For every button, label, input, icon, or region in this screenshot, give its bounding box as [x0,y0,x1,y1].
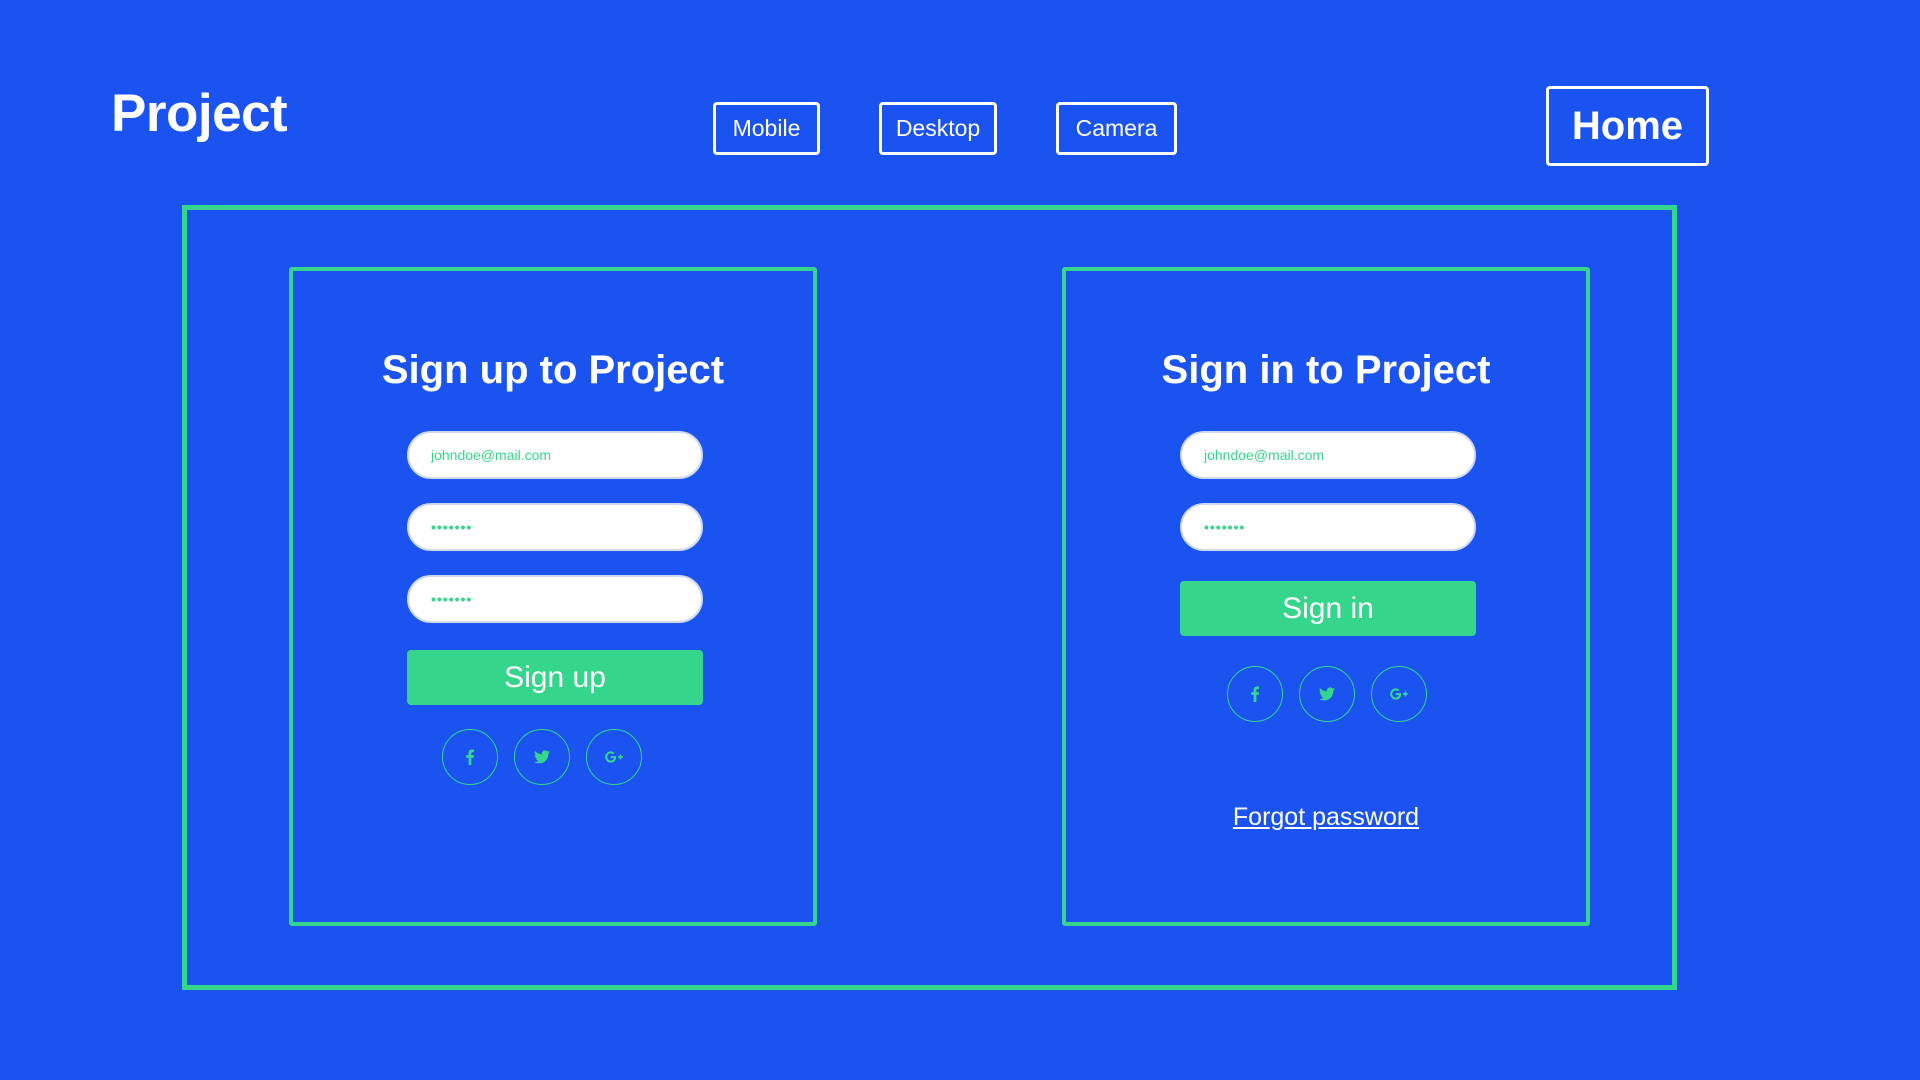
signin-twitter-button[interactable] [1299,666,1355,722]
google-plus-icon [605,751,623,763]
signin-email-input[interactable] [1180,431,1476,479]
facebook-icon [466,749,475,765]
signin-button[interactable]: Sign in [1180,581,1476,636]
logo: Project [111,84,288,143]
signup-email-input[interactable] [407,431,703,479]
signup-button[interactable]: Sign up [407,650,703,705]
twitter-icon [1319,687,1335,701]
signup-confirm-password-input[interactable] [407,575,703,623]
google-plus-icon [1390,688,1408,700]
signup-twitter-button[interactable] [514,729,570,785]
facebook-icon [1251,686,1260,702]
signup-facebook-button[interactable] [442,729,498,785]
home-button[interactable]: Home [1546,86,1709,166]
signin-google-plus-button[interactable] [1371,666,1427,722]
signup-panel: Sign up to Project Sign up [289,267,817,926]
twitter-icon [534,750,550,764]
nav-camera-button[interactable]: Camera [1056,102,1177,155]
nav-mobile-button[interactable]: Mobile [713,102,820,155]
signin-password-input[interactable] [1180,503,1476,551]
signin-facebook-button[interactable] [1227,666,1283,722]
signup-google-plus-button[interactable] [586,729,642,785]
signin-panel: Sign in to Project Sign in Forgot passwo… [1062,267,1590,926]
nav-desktop-button[interactable]: Desktop [879,102,997,155]
signup-password-input[interactable] [407,503,703,551]
signup-title: Sign up to Project [381,348,725,392]
signin-title: Sign in to Project [1161,348,1491,392]
forgot-password-link[interactable]: Forgot password [1066,803,1586,832]
